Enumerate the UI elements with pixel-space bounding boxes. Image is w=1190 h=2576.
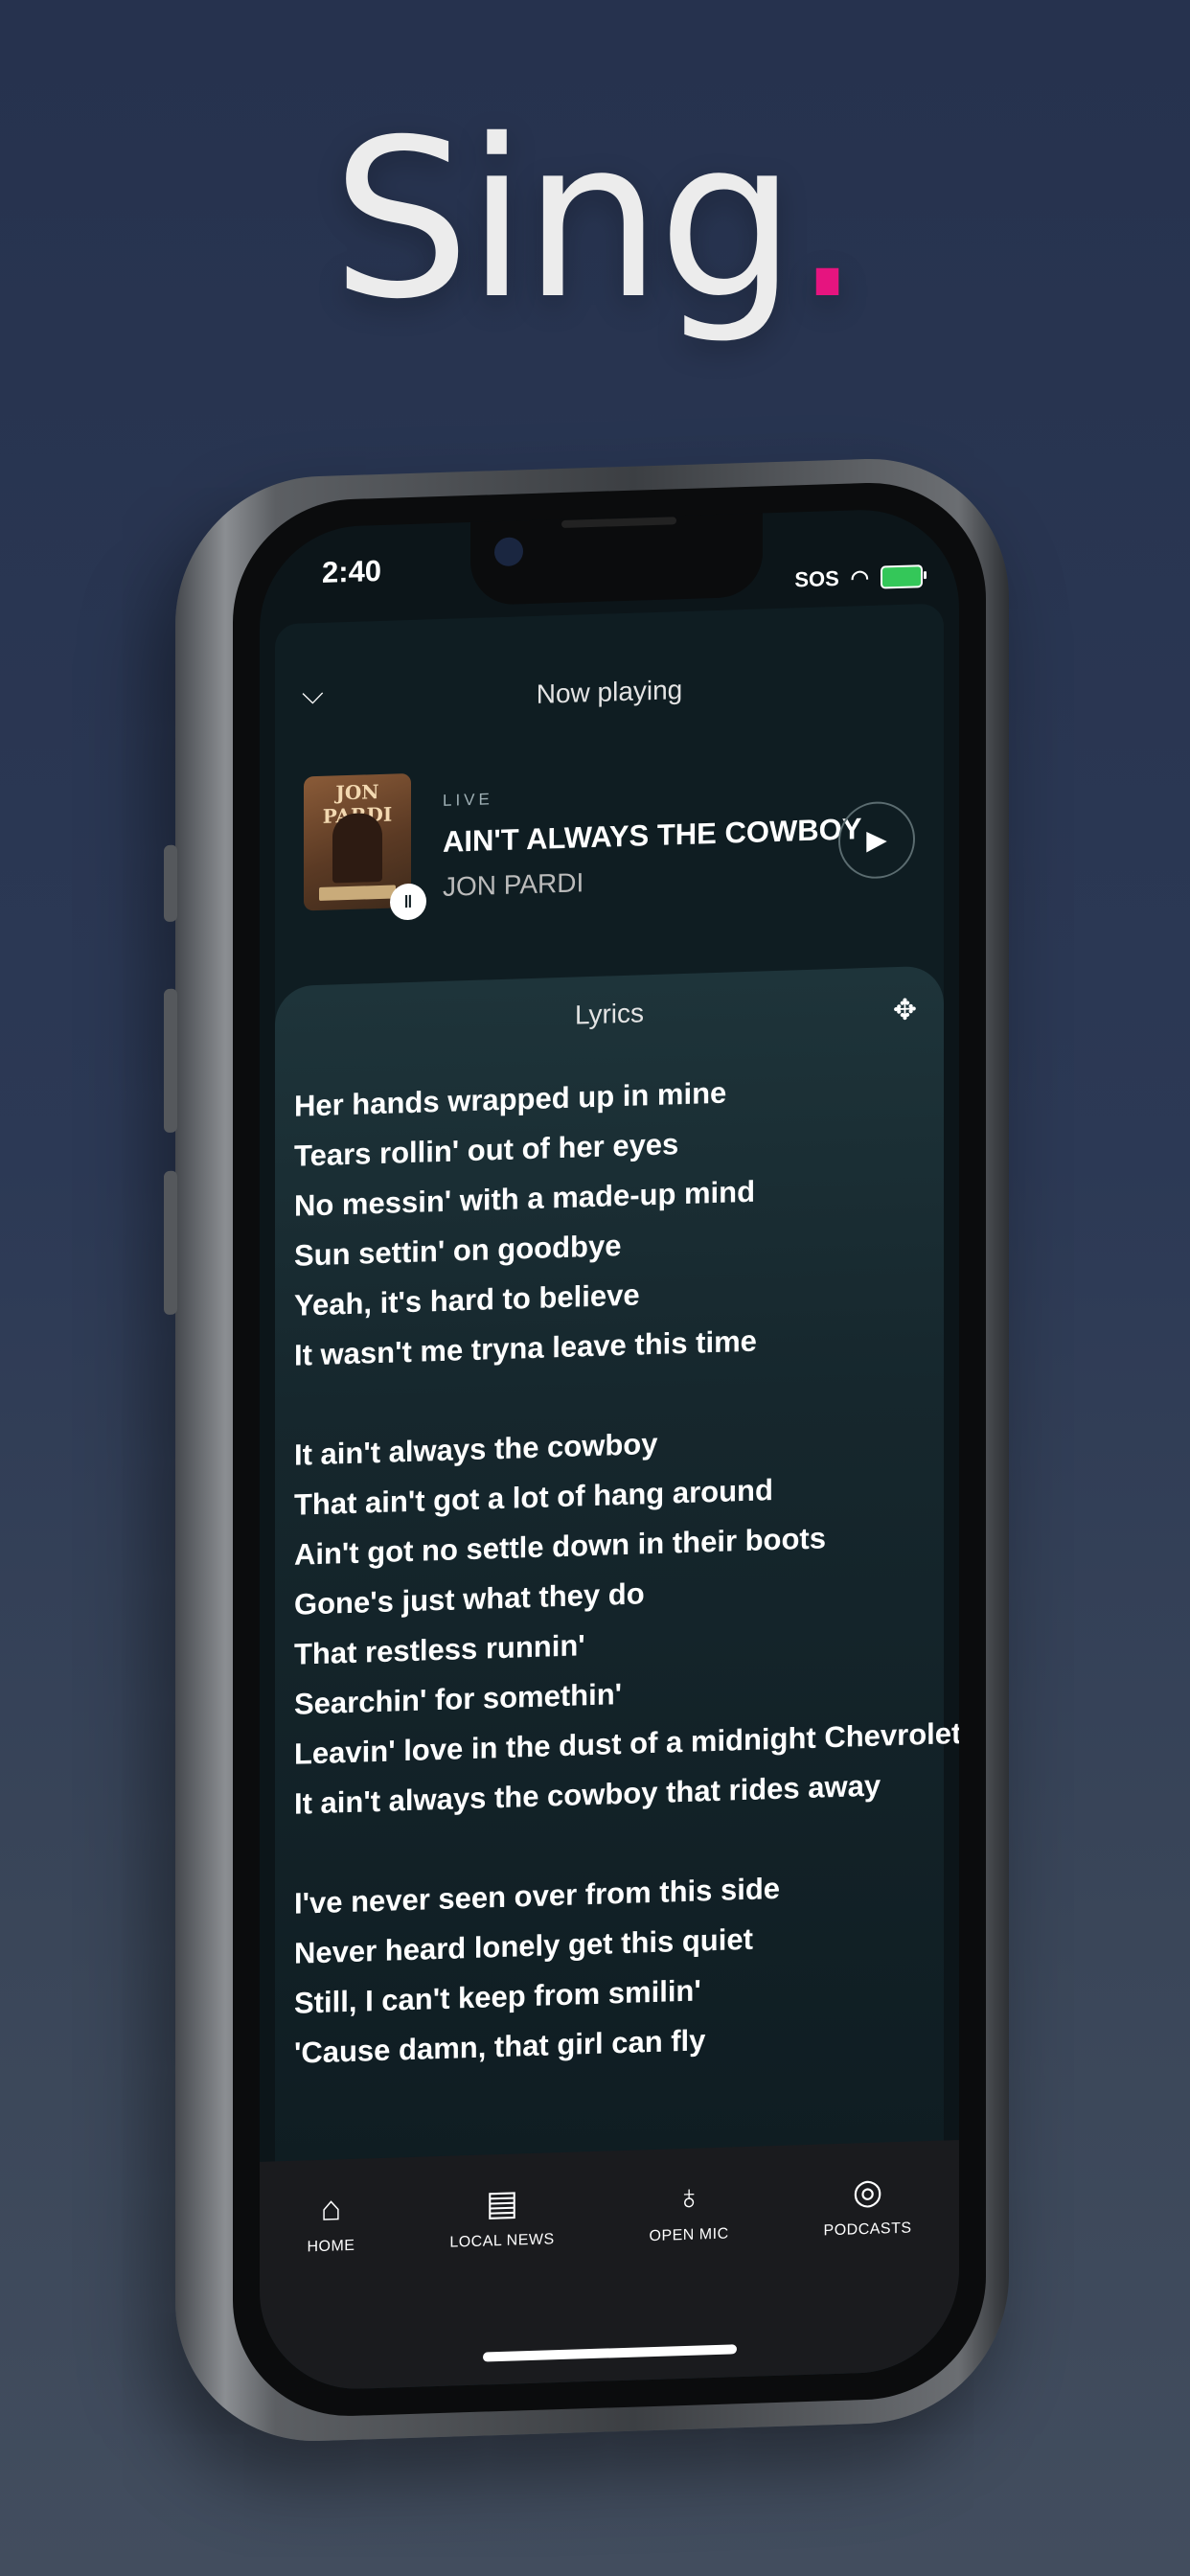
now-playing-title: Now playing <box>536 675 683 709</box>
phone-bezel: 2:40 SOS ◠ ⌵ Now playing JON PARDI ‖ L <box>233 479 986 2420</box>
nav-item-home[interactable]: ⌂ HOME <box>307 2188 355 2391</box>
status-indicators: SOS ◠ <box>794 564 923 592</box>
sos-label: SOS <box>794 565 839 592</box>
nav-label: LOCAL NEWS <box>449 2231 555 2251</box>
speaker-grille <box>561 517 676 529</box>
headline-text: Sing <box>332 92 796 347</box>
camera-icon <box>494 537 523 567</box>
album-art-figure <box>332 812 382 884</box>
volume-down-button <box>164 1170 177 1316</box>
now-playing-sheet: ⌵ Now playing JON PARDI ‖ LIVE AIN'T ALW… <box>275 603 959 2392</box>
track-title: AIN'T ALWAYS THE COWBOY <box>443 812 862 859</box>
phone-frame: 2:40 SOS ◠ ⌵ Now playing JON PARDI ‖ L <box>164 454 1009 2446</box>
play-icon: ▶ <box>866 824 887 856</box>
app-headline: Sing. <box>0 110 1190 329</box>
volume-up-button <box>164 988 177 1134</box>
play-button[interactable]: ▶ <box>838 800 915 880</box>
lyrics-body: Her hands wrapped up in mine Tears rolli… <box>294 1062 959 2079</box>
microphone-icon: ♁ <box>675 2176 702 2218</box>
podcast-icon: ◎ <box>852 2171 883 2212</box>
bottom-nav: ⌂ HOME ▤ LOCAL NEWS ♁ OPEN MIC ◎ PODCAST… <box>260 2139 959 2392</box>
lyrics-title: Lyrics <box>574 998 645 1030</box>
home-icon: ⌂ <box>320 2188 342 2228</box>
nav-label: HOME <box>307 2237 355 2256</box>
newspaper-icon: ▤ <box>485 2182 518 2223</box>
album-art-band <box>319 885 396 901</box>
nav-label: OPEN MIC <box>649 2225 729 2245</box>
track-artist: JON PARDI <box>443 867 584 902</box>
status-time: 2:40 <box>322 553 382 589</box>
expand-icon[interactable]: ✥ <box>893 993 917 1027</box>
headline-dot: . <box>792 92 862 347</box>
nav-item-podcasts[interactable]: ◎ PODCASTS <box>824 2171 912 2375</box>
nav-label: PODCASTS <box>823 2220 912 2240</box>
battery-charging-icon <box>881 564 923 589</box>
audio-wave-icon: ‖ <box>390 883 426 921</box>
live-badge: LIVE <box>443 790 493 810</box>
silent-switch <box>164 844 177 923</box>
phone-screen: 2:40 SOS ◠ ⌵ Now playing JON PARDI ‖ L <box>260 506 959 2392</box>
wifi-icon: ◠ <box>850 564 869 590</box>
notch <box>470 508 763 606</box>
